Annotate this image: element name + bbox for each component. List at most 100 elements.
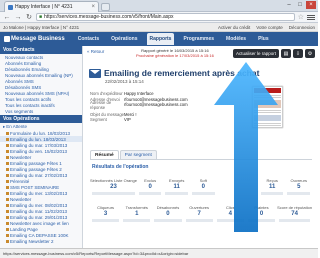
operation-label: SMS POST SEMINAIRE [10, 184, 60, 190]
info-value: rfournoot@messagebusiness.com [124, 96, 188, 102]
operation-label: Emailing du mer. 13/02/2013 [10, 190, 68, 196]
operation-icon [6, 161, 9, 165]
operation-label: Emailing passage Fêtes 1 [10, 160, 62, 166]
operation-icon [6, 191, 9, 195]
operation-label: Landing Page [10, 226, 38, 232]
stat-cell[interactable]: Clics 4 [215, 203, 246, 224]
info-row: Segment VIP [90, 117, 188, 123]
operation-label: Formulaire du lun. 18/03/2013 [10, 130, 71, 136]
stat-value: 4 [228, 211, 233, 217]
operation-icon [6, 215, 9, 219]
browser-tab-title: Happy Interface | N° 4231 [15, 4, 73, 10]
stat-cell[interactable]: Envoyés 11 [163, 176, 190, 197]
operation-label: Newsletter [10, 154, 32, 160]
logo-icon [4, 36, 10, 42]
nav-programs[interactable]: Programmes [180, 33, 217, 45]
stat-label: Plaintes [254, 205, 269, 210]
info-value: rfournoot@messagebusiness.com [124, 102, 188, 108]
info-key: Nom d'expéditeur [90, 91, 123, 97]
stat-value: 1 [135, 211, 139, 217]
stat-cell[interactable]: Soft 0 [190, 176, 217, 197]
operation-label: Newsletter avec image et lien [10, 220, 69, 226]
stat-cell[interactable]: Ouvreurs 5 [285, 176, 312, 197]
sidebar-category-label: En Attente [6, 124, 28, 129]
export-icon[interactable]: ⇩ [293, 49, 303, 58]
info-key: Adresse de réponse [90, 99, 112, 110]
nav-more[interactable]: Plus [255, 33, 272, 45]
operation-label: Emailing du ven. 15/02/2013 [10, 148, 68, 154]
lock-icon: ■ [39, 14, 43, 20]
report-datetime: 22/02/2013 à 15:14 [105, 79, 144, 84]
app-navigation: Message Business Contacts Opérations Rap… [0, 32, 318, 46]
operation-label: Pérennité [10, 178, 30, 184]
stat-cell[interactable]: Plaintes 0 [246, 203, 277, 224]
stat-value: 0 [148, 184, 152, 190]
nav-templates[interactable]: Modèles [223, 33, 249, 45]
report-actions: Actualiser le rapport ▤ ⇩ ⚙ [232, 49, 315, 58]
browser-menu-icon[interactable] [307, 13, 315, 21]
close-window-button[interactable]: × [306, 1, 316, 9]
operation-label: Emailing Newsletter 2 [10, 238, 54, 244]
address-bar[interactable]: ■ https://services.message-business.com/… [36, 13, 295, 21]
bookmark-star-icon[interactable]: ☆ [298, 13, 304, 21]
operation-icon [6, 167, 9, 171]
stat-label: Reçus [266, 178, 278, 183]
operation-icon [6, 221, 9, 225]
stat-cell[interactable]: Transformés 1 [121, 203, 152, 224]
forward-arrow-icon[interactable]: → [14, 13, 22, 21]
sidebar-operation-item[interactable]: Emailing Newsletter 2 [0, 238, 82, 244]
operation-label: Newsletter [10, 196, 32, 202]
operation-icon [6, 209, 9, 213]
browser-tab[interactable]: Happy Interface | N° 4231 × [4, 1, 99, 12]
favicon-icon [8, 4, 13, 10]
back-arrow-icon[interactable]: ← [3, 13, 11, 21]
sidebar-contacts-header: Vos Contacts [0, 46, 82, 54]
sidebar-contact-link[interactable]: Nouveaux abonnés Emailing (NP) [0, 72, 82, 78]
operation-icon [6, 149, 9, 153]
credit-link[interactable]: Activer du crédit [218, 25, 250, 30]
update-report-button[interactable]: Actualiser le rapport [232, 49, 279, 58]
operation-label: Emailing du lun. 18/03/2013 [10, 136, 66, 142]
stat-value: 0 [166, 211, 170, 217]
window-controls: – □ × [284, 1, 316, 9]
stat-value: 5 [297, 184, 301, 190]
stat-label: Désabonnés [156, 205, 180, 210]
sidebar-operations-header: Vos Opérations [0, 115, 82, 123]
stat-cell[interactable]: Exclus 0 [137, 176, 164, 197]
stat-cell[interactable]: Sélectionnés Liste Orange 23 [90, 176, 137, 197]
close-tab-icon[interactable]: × [91, 4, 95, 10]
user-info: Jo Malone | Happy Interface | N° 4231 [3, 24, 80, 30]
minimize-button[interactable]: – [284, 1, 294, 9]
stat-label: Ouvertures [189, 205, 210, 210]
nav-operations[interactable]: Opérations [108, 33, 140, 45]
stat-cell[interactable]: Reçus 11 [259, 176, 286, 197]
operation-icon [6, 173, 9, 177]
maximize-button[interactable]: □ [295, 1, 305, 9]
sidebar-operation-item[interactable]: Formulaire du lun. 18/03/2013 [0, 130, 82, 136]
nav-reports[interactable]: Rapports [146, 33, 175, 45]
results-stats: Sélectionnés Liste Orange 23 Exclus 0 Envoyé… [90, 176, 312, 224]
operation-label: Emailing du mer. 08/02/2013 [10, 202, 68, 208]
logout-link[interactable]: Déconnexion [289, 25, 315, 30]
nav-contacts[interactable]: Contacts [75, 33, 102, 45]
account-link[interactable]: Votre compte [256, 25, 283, 30]
operation-icon [6, 197, 9, 201]
new-tab-button[interactable] [101, 3, 110, 11]
sidebar-category-pending[interactable]: ▸ En Attente [0, 123, 82, 130]
reload-icon[interactable]: ↻ [25, 13, 33, 21]
back-link[interactable]: « Retour [87, 49, 104, 54]
report-generation-info: Rapport généré le 16/03/2015 à 15:16 Pro… [136, 48, 214, 58]
stat-label: Soft [199, 178, 207, 183]
app-logo[interactable]: Message Business [4, 36, 65, 42]
stat-cell[interactable]: Score de réputation 74 [277, 203, 312, 224]
operation-icon [6, 131, 9, 135]
sidebar-contact-link[interactable]: Vos segments [0, 108, 82, 114]
stat-cell[interactable]: Ouvertures 7 [184, 203, 215, 224]
stat-cell[interactable]: Cliqueurs 3 [90, 203, 121, 224]
stat-cell[interactable]: Désabonnés 0 [152, 203, 183, 224]
email-preview-thumbnail[interactable] [252, 86, 283, 128]
browser-statusbar: https://services.message-business.com/v5… [0, 248, 318, 258]
print-icon[interactable]: ▤ [281, 49, 291, 58]
operation-icon [6, 203, 9, 207]
settings-icon[interactable]: ⚙ [305, 49, 315, 58]
